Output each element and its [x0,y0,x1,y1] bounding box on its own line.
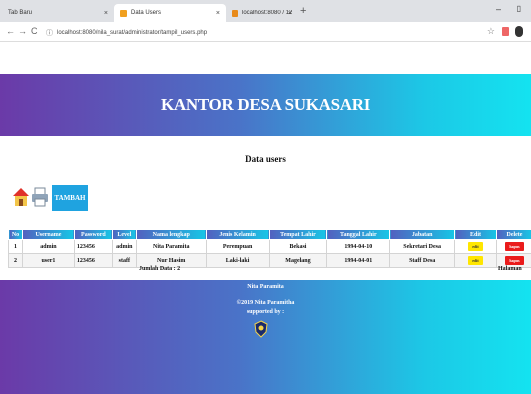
delete-button[interactable]: hapus [505,242,524,251]
favicon-icon [232,9,238,17]
favicon-icon [120,9,127,17]
record-count: Jumlah Data : 2 [139,266,181,272]
url-field[interactable]: ⓘ localhost:8080/nila_surat/administrato… [46,26,496,39]
browser-tab[interactable]: localhost:8080 / 127.0.0.1 / nila_ × [226,4,298,22]
cell-edit: edit [454,239,497,254]
home-icon[interactable] [12,186,30,208]
delete-button[interactable]: hapus [505,256,524,265]
edit-button[interactable]: edit [468,242,483,251]
url-text: localhost:8080/nila_surat/administrator/… [57,29,208,36]
tab-label: localhost:8080 / 127.0.0.1 / nila_ [242,10,292,16]
footer-supported: supported by : [246,309,285,315]
table-row: 2 user1 123456 staff Nur Hasim Laki-laki… [8,253,531,268]
page-title: Data users [245,154,286,164]
cell-password: 123456 [73,253,113,268]
site-title: KANTOR DESA SUKASARI [160,95,371,114]
column-header: Password [73,229,113,240]
cell-tanggal-lahir: 1994-04-01 [326,253,391,268]
tab-label: Data Users [131,10,162,16]
table-header-row: No Username Password Level Nama lengkap … [8,229,531,240]
bookmark-star-icon[interactable]: ☆ [487,26,495,37]
cell-username: user1 [21,253,75,268]
info-icon[interactable]: ⓘ [46,28,53,38]
extension-icon[interactable] [502,27,509,36]
cell-username: admin [21,239,75,254]
site-footer: Nita Paramita ©2019 Nita Paramitha suppo… [0,280,531,394]
minimize-icon[interactable]: – [496,4,501,14]
users-table: No Username Password Level Nama lengkap … [8,229,531,268]
cell-delete: hapus [495,239,531,254]
printer-icon[interactable] [31,186,49,208]
profile-icon[interactable] [515,26,523,37]
cell-jabatan: Staff Desa [389,253,456,268]
table-row: 1 admin 123456 admin Nita Paramita Perem… [8,239,531,254]
cell-no: 1 [8,239,23,254]
footer-author: Nita Paramita [247,284,284,290]
close-tab-icon[interactable]: × [216,10,220,17]
new-tab-icon[interactable]: + [300,5,306,17]
tab-label: Tab Baru [8,10,33,16]
column-header: Delete [495,229,531,240]
browser-tab-bar: Tab Baru × Data Users × localhost:8080 /… [0,0,531,22]
column-header: Nama lengkap [135,229,207,240]
close-tab-icon[interactable]: × [288,10,292,17]
cell-tanggal-lahir: 1994-04-10 [326,239,391,254]
cell-level: staff [111,253,137,268]
add-user-button[interactable]: TAMBAH [52,185,88,211]
site-header: KANTOR DESA SUKASARI [0,74,531,136]
cell-jenis-kelamin: Laki-laki [205,253,270,268]
cell-nama-lengkap: Nita Paramita [135,239,207,254]
cell-no: 2 [8,253,23,268]
column-header: Edit [454,229,497,240]
pagination-label: Halaman [498,266,522,272]
footer-copyright: ©2019 Nita Paramitha [236,300,295,306]
cell-jenis-kelamin: Perempuan [205,239,270,254]
cell-jabatan: Sekretari Desa [389,239,456,254]
column-header: Jabatan [389,229,456,240]
column-header: Tempat Lahir [268,229,328,240]
column-header: Jenis Kelamin [205,229,270,240]
close-tab-icon[interactable]: × [104,10,108,17]
browser-tab[interactable]: Tab Baru × [2,4,114,22]
cell-tempat-lahir: Bekasi [268,239,328,254]
cell-level: admin [111,239,137,254]
maximize-icon[interactable]: ▯ [517,4,521,13]
regency-emblem-icon [254,320,268,338]
forward-icon[interactable]: → [18,26,27,36]
cell-tempat-lahir: Magelang [268,253,328,268]
column-header: Level [111,229,137,240]
column-header: Tanggal Lahir [326,229,391,240]
column-header: Username [21,229,75,240]
reload-icon[interactable]: C [31,26,38,36]
back-icon[interactable]: ← [6,26,15,36]
browser-tab-active[interactable]: Data Users × [114,4,226,22]
column-header: No [8,229,23,240]
edit-button[interactable]: edit [468,256,483,265]
address-bar: ← → C ⓘ localhost:8080/nila_surat/admini… [0,22,531,42]
cell-edit: edit [454,253,497,268]
cell-password: 123456 [73,239,113,254]
